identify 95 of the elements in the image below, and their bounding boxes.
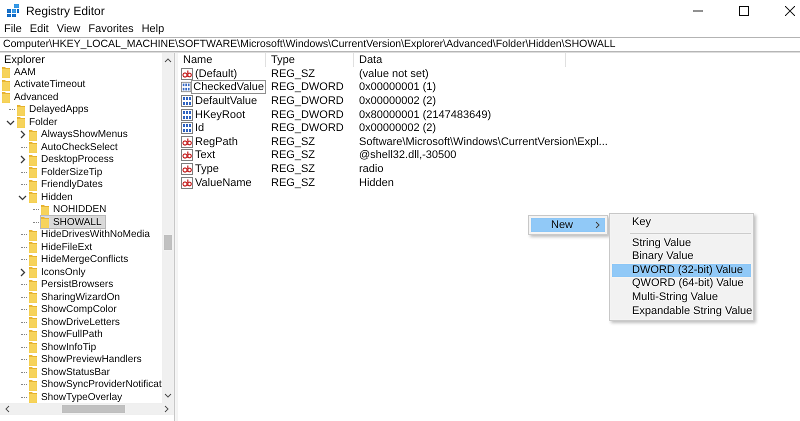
menu-item[interactable]: File: [4, 23, 22, 35]
string-value-icon: [181, 162, 193, 175]
table-cell: REG_DWORD: [271, 94, 344, 107]
table-cell: REG_SZ: [271, 149, 316, 162]
tree-item[interactable]: ActivateTimeout: [1, 78, 90, 92]
tree-item[interactable]: ShowTypeOverlay: [28, 390, 126, 403]
tree-item[interactable]: AlwaysShowMenus: [28, 128, 132, 142]
column-header[interactable]: Name: [178, 53, 266, 67]
string-value-icon: [181, 68, 193, 80]
chevron-down-icon[interactable]: [18, 192, 26, 202]
chevron-icon: [595, 221, 601, 229]
tree-item[interactable]: FolderSizeTip: [28, 165, 106, 180]
menu-item[interactable]: Key: [612, 216, 751, 230]
tree-item[interactable]: IconsOnly: [28, 265, 90, 280]
tree-item[interactable]: Advanced: [1, 90, 62, 104]
scroll-thumb[interactable]: [62, 405, 125, 413]
menu-item[interactable]: Help: [142, 23, 164, 35]
value-name[interactable]: RegPath: [193, 134, 240, 149]
table-cell: REG_DWORD: [271, 81, 344, 94]
close-icon[interactable]: [785, 6, 795, 16]
binary-value-icon: [181, 81, 192, 94]
menu-item[interactable]: Expandable String Value: [612, 304, 751, 318]
value-name[interactable]: ValueName: [193, 176, 254, 190]
tree-item[interactable]: ShowPreviewHandlers: [28, 352, 146, 367]
chevron-right-icon[interactable]: [18, 130, 26, 140]
tree-item[interactable]: HideFileExt: [28, 240, 96, 254]
registry-icon: [6, 4, 20, 18]
tree-item[interactable]: AAM: [1, 65, 40, 80]
tree-item[interactable]: NOHIDDEN: [40, 202, 110, 217]
tree-item[interactable]: DelayedApps: [16, 102, 92, 117]
tree-item[interactable]: SharingWizardOn: [28, 290, 124, 304]
table-cell: REG_SZ: [271, 136, 316, 148]
tree-item[interactable]: AutoCheckSelect: [28, 140, 122, 154]
value-name[interactable]: HKeyRoot: [193, 108, 248, 122]
table-cell: REG_DWORD: [271, 108, 344, 121]
menu-item[interactable]: DWORD (32-bit) Value: [612, 264, 751, 278]
tree-item[interactable]: ShowInfoTip: [28, 340, 100, 354]
string-value-icon: [181, 176, 193, 189]
value-name[interactable]: CheckedValue: [191, 80, 266, 94]
table-cell: 0x00000002 (2): [359, 94, 436, 107]
menu-item[interactable]: String Value: [612, 236, 751, 250]
vertical-scrollbar[interactable]: [162, 53, 174, 403]
table-cell: @shell32.dll,-30500: [359, 149, 456, 162]
column-header[interactable]: Type: [266, 53, 354, 67]
value-name[interactable]: Text: [193, 148, 218, 162]
value-name[interactable]: Type: [193, 162, 221, 176]
chevron-right-icon[interactable]: [18, 155, 26, 164]
table-cell: REG_SZ: [271, 176, 316, 189]
menu-item[interactable]: Multi-String Value: [612, 290, 751, 305]
chevron-right-icon[interactable]: [18, 268, 26, 277]
menu-item[interactable]: QWORD (64-bit) Value: [612, 277, 751, 291]
tree-item[interactable]: ShowDriveLetters: [28, 315, 124, 330]
window-title: Registry Editor: [26, 4, 105, 18]
tree-item[interactable]: ShowCompColor: [28, 302, 121, 317]
table-cell: REG_SZ: [271, 68, 316, 80]
table-cell: (value not set): [359, 68, 429, 80]
table-cell: 0x00000002 (2): [359, 122, 436, 134]
maximize-icon[interactable]: [739, 6, 749, 16]
address-bar[interactable]: Computer\HKEY_LOCAL_MACHINE\SOFTWARE\Microsoft\Windows\CurrentVersion\Explorer\Advanced\Folder\Hidden\SHOWALL: [0, 37, 800, 52]
tree-item[interactable]: HideDrivesWithNoMedia: [28, 228, 154, 242]
table-cell: REG_DWORD: [271, 122, 344, 134]
menu-item[interactable]: Binary Value: [612, 250, 751, 264]
tree-item[interactable]: SHOWALL: [40, 215, 106, 230]
value-name[interactable]: DefaultValue: [193, 94, 260, 108]
menu-item[interactable]: New: [531, 218, 605, 232]
string-value-icon: [181, 149, 193, 162]
table-cell: 0x00000001 (1): [359, 81, 436, 94]
tree-header: Explorer: [3, 54, 46, 66]
menu-item[interactable]: Edit: [30, 23, 49, 35]
tree-item[interactable]: DesktopProcess: [28, 152, 118, 167]
tree-item[interactable]: ShowSyncProviderNotificat: [28, 378, 162, 392]
tree-item[interactable]: ShowStatusBar: [28, 365, 114, 380]
table-cell: REG_SZ: [271, 162, 316, 175]
tree-item[interactable]: PersistBrowsers: [28, 278, 118, 292]
binary-value-icon: [181, 108, 193, 121]
binary-value-icon: [181, 94, 193, 107]
table-cell: Software\Microsoft\Windows\CurrentVersion\Expl...: [359, 136, 608, 148]
string-value-icon: [181, 136, 193, 148]
column-header[interactable]: Data: [354, 53, 566, 67]
tree-item[interactable]: HideMergeConflicts: [28, 252, 132, 267]
scroll-thumb[interactable]: [164, 235, 172, 250]
tree-item[interactable]: Hidden: [28, 190, 77, 204]
tree-item[interactable]: Folder: [16, 115, 62, 130]
tree-item[interactable]: FriendlyDates: [28, 178, 107, 192]
value-name[interactable]: (Default): [193, 66, 240, 81]
horizontal-scrollbar[interactable]: [0, 403, 174, 415]
table-cell: 0x80000001 (2147483649): [359, 108, 492, 121]
table-cell: Hidden: [359, 176, 394, 189]
value-name[interactable]: Id: [193, 121, 206, 136]
binary-value-icon: [181, 122, 193, 134]
table-cell: radio: [359, 162, 384, 175]
tree-item[interactable]: ShowFullPath: [28, 328, 107, 342]
menu-item[interactable]: View: [56, 23, 80, 35]
chevron-down-icon[interactable]: [6, 118, 14, 127]
menu-item[interactable]: Favorites: [88, 23, 134, 35]
